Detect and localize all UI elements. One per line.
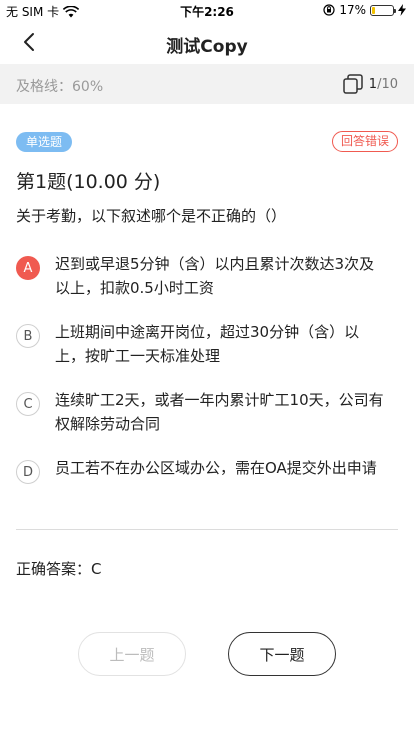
option-a[interactable]: A 迟到或早退5分钟（含）以内且累计次数达3次及以上，扣款0.5小时工资	[16, 252, 400, 300]
pass-line-label: 及格线：60%	[16, 79, 104, 95]
battery-fill	[372, 6, 376, 14]
status-right: 17%	[323, 3, 406, 17]
nav-bar: 测试Copy	[0, 20, 414, 64]
result-badge: 回答错误	[331, 131, 398, 152]
correct-answer: 正确答案：C	[16, 560, 102, 578]
option-text: 连续旷工2天，或者一年内累计旷工10天，公司有权解除劳动合同	[55, 391, 384, 433]
option-letter-badge: D	[16, 460, 40, 484]
orientation-lock-icon	[323, 4, 335, 16]
question-title: 第1题(10.00 分)	[16, 171, 161, 193]
question-stem: 关于考勤，以下叙述哪个是不正确的（）	[16, 207, 287, 225]
option-letter-badge: A	[16, 256, 40, 280]
copy-icon	[343, 74, 363, 94]
option-letter-badge: B	[16, 324, 40, 348]
question-type-badge: 单选题	[16, 132, 73, 152]
pager-count: 1/10	[369, 77, 398, 92]
divider	[16, 529, 398, 530]
option-letter-badge: C	[16, 392, 40, 416]
option-text: 迟到或早退5分钟（含）以内且累计次数达3次及以上，扣款0.5小时工资	[55, 255, 375, 297]
option-d[interactable]: D 员工若不在办公区域办公，需在OA提交外出申请	[16, 456, 400, 484]
next-question-button[interactable]: 下一题	[228, 632, 336, 676]
question-pager[interactable]: 1/10	[343, 74, 398, 94]
battery-percent: 17%	[339, 3, 366, 17]
battery-icon	[370, 4, 396, 16]
option-text: 上班期间中途离开岗位，超过30分钟（含）以上，按旷工一天标准处理	[55, 323, 360, 365]
charging-bolt-icon	[398, 4, 406, 16]
battery-tip	[394, 8, 396, 13]
option-b[interactable]: B 上班期间中途离开岗位，超过30分钟（含）以上，按旷工一天标准处理	[16, 320, 400, 368]
option-text: 员工若不在办公区域办公，需在OA提交外出申请	[55, 459, 377, 477]
status-bar: 无 SIM 卡 下午2:26 17%	[0, 0, 414, 20]
previous-question-button[interactable]: 上一题	[78, 632, 186, 676]
page-title: 测试Copy	[166, 37, 248, 57]
pager-total: /10	[377, 76, 398, 92]
option-c[interactable]: C 连续旷工2天，或者一年内累计旷工10天，公司有权解除劳动合同	[16, 388, 400, 436]
pager-current: 1	[368, 76, 378, 92]
pass-bar: 及格线：60% 1/10	[0, 64, 414, 104]
